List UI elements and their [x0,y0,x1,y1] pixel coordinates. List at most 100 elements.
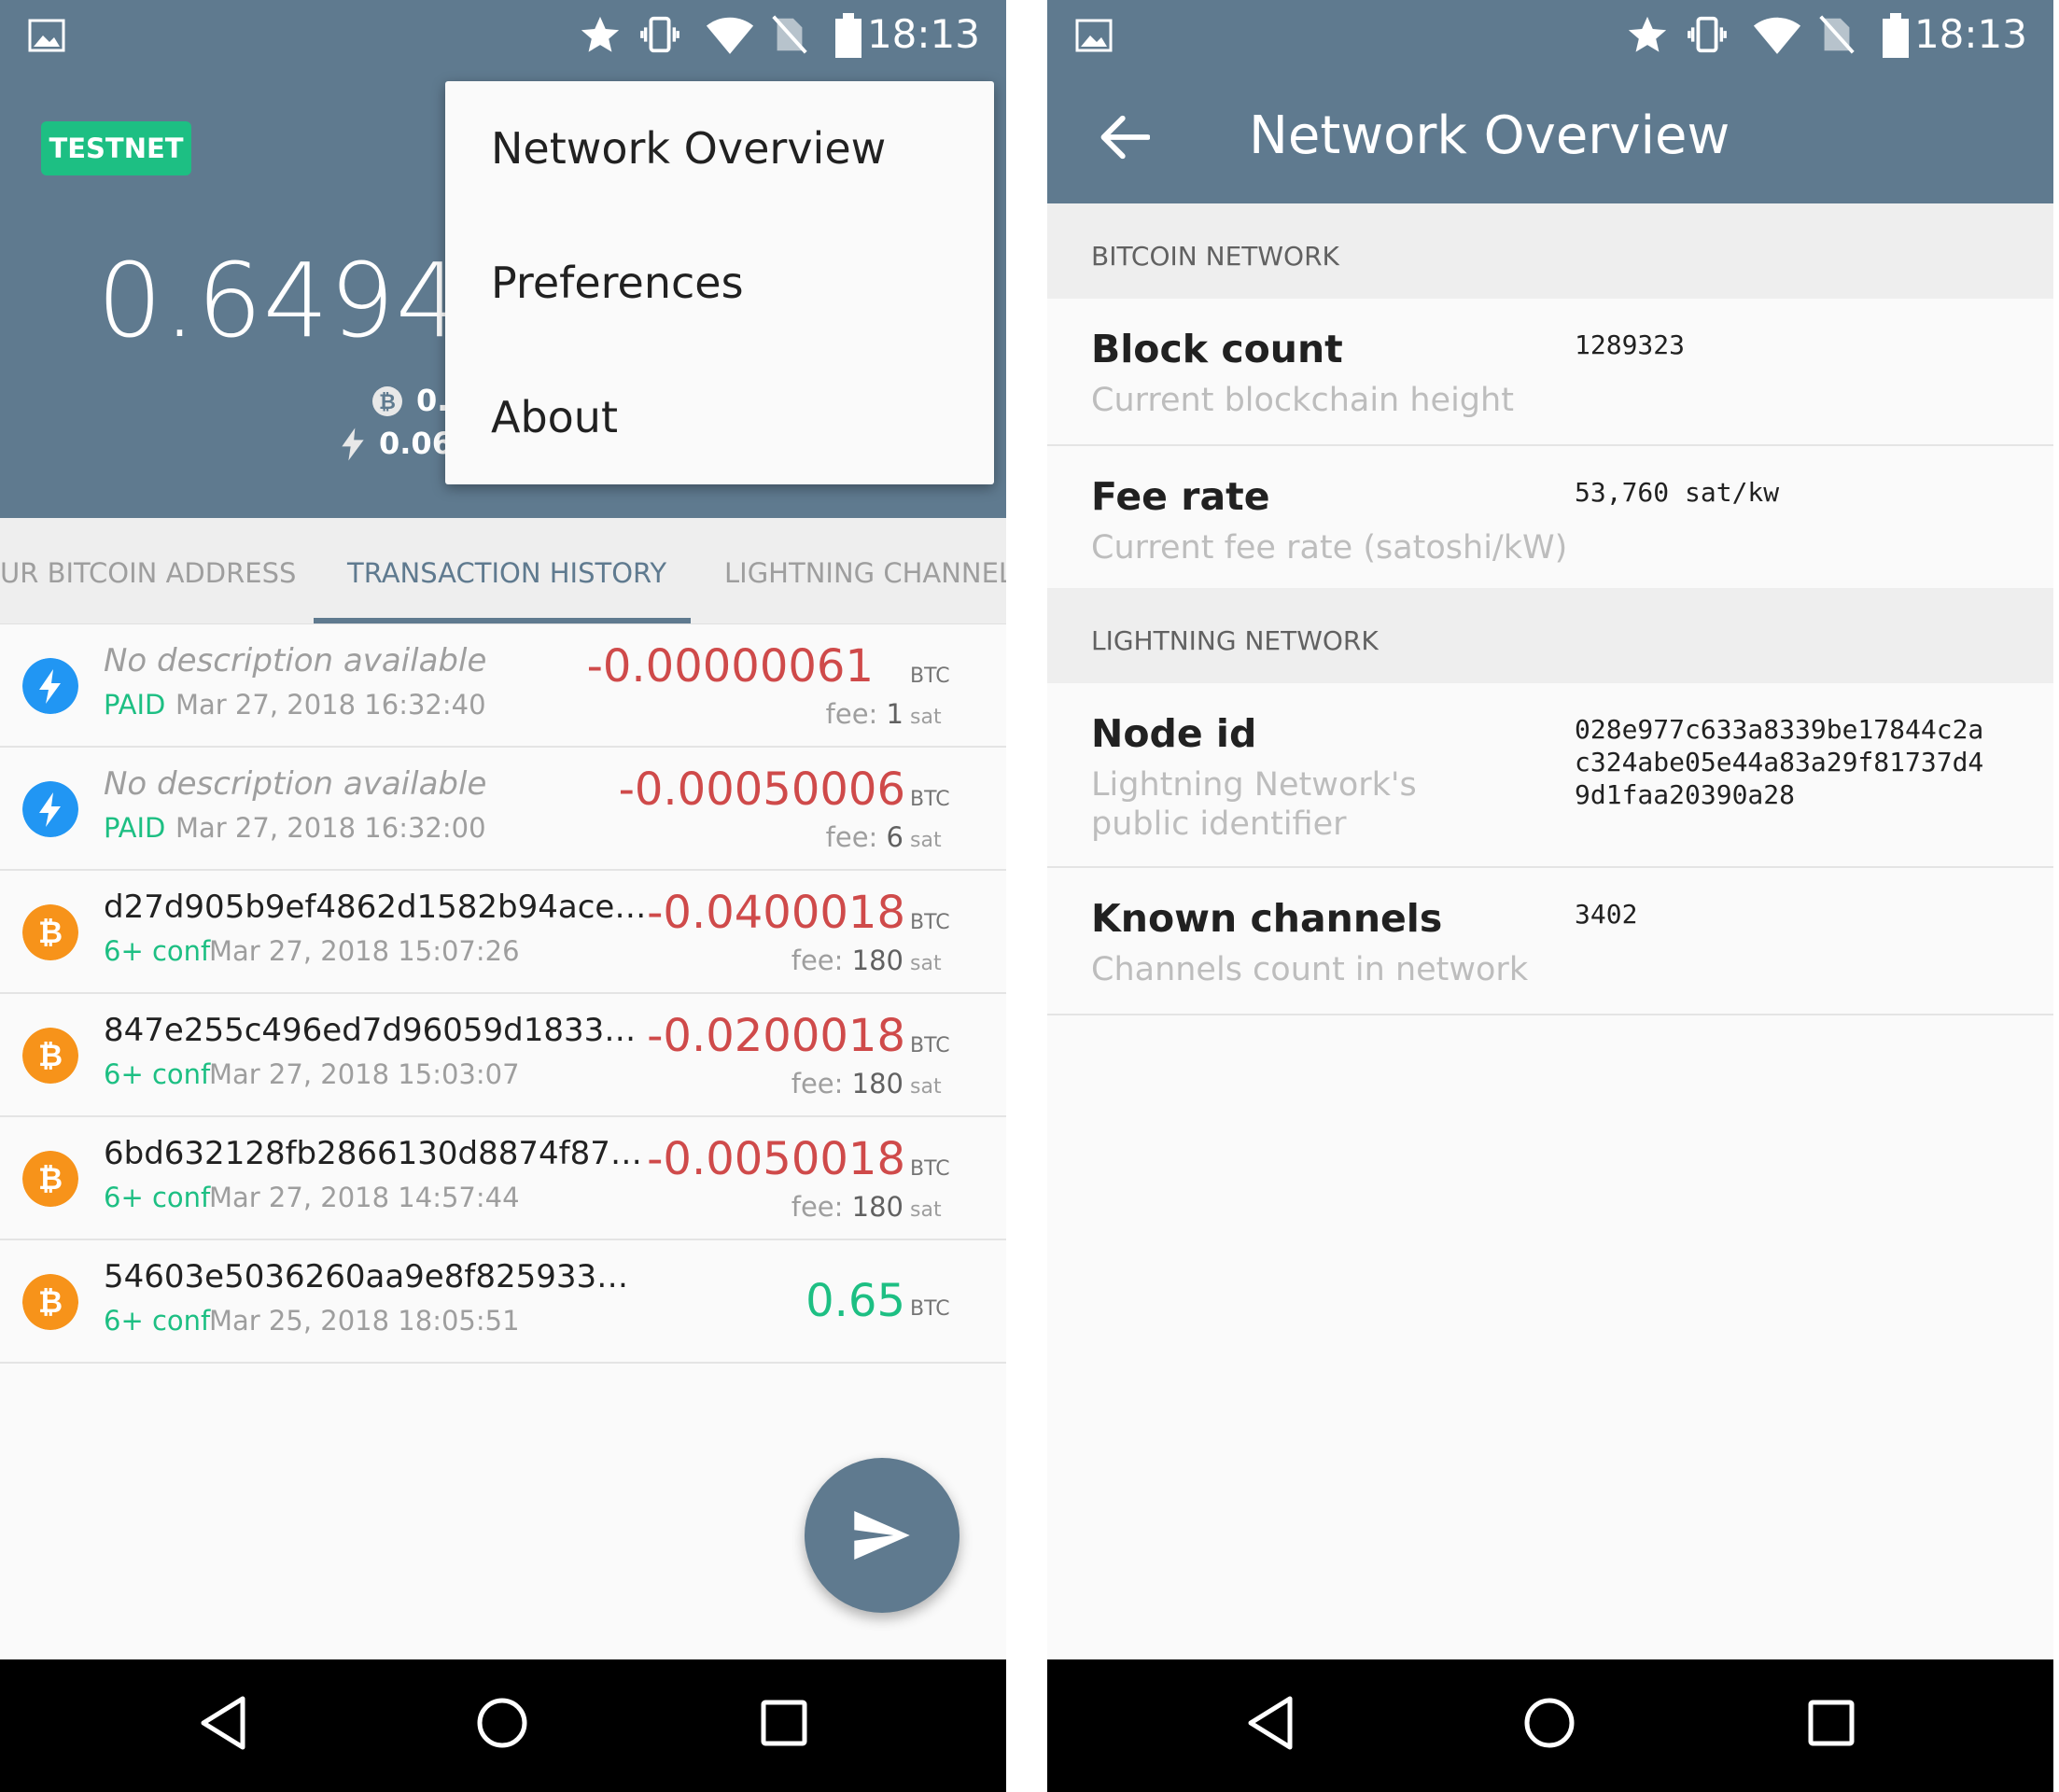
fee-label: fee: [791,945,844,976]
transaction-fee: fee: 180 [791,1191,903,1223]
home-nav-icon[interactable] [474,1693,530,1753]
back-nav-icon[interactable] [1243,1693,1296,1753]
recents-nav-icon[interactable] [1803,1693,1859,1753]
nav-bar [1047,1659,2053,1792]
tab-lightning-channels[interactable]: LIGHTNING CHANNELS [724,557,1006,589]
transaction-status: 6+ conf [104,1182,211,1213]
wifi-icon [1753,17,1801,54]
overflow-menu: Network Overview Preferences About [445,81,994,484]
nav-bar [0,1659,1006,1792]
fee-value: 6 [886,821,903,853]
testnet-badge: TESTNET [41,121,191,175]
lightning-icon [22,781,78,837]
tab-bitcoin-address[interactable]: UR BITCOIN ADDRESS [0,557,296,589]
transaction-date: Mar 27, 2018 16:32:00 [175,812,486,844]
fee-unit: sat [910,1075,942,1099]
item-value: 1289323 [1575,329,1686,360]
transaction-fee: fee: 180 [791,1068,903,1099]
item-value: 028e977c633a8339be17844c2a c324abe05e44a… [1575,714,1984,810]
transaction-status: PAID [104,812,166,844]
transaction-status: 6+ conf [104,935,211,967]
image-notification-icon [1075,19,1113,52]
transaction-fee: fee: 6 [826,821,903,853]
fee-label: fee: [825,821,878,853]
tab-transaction-history[interactable]: TRANSACTION HISTORY [347,557,666,589]
svg-text:₿: ₿ [38,915,63,950]
transaction-row[interactable]: ₿ 6bd632128fb2866130d8874f87… 6+ conf Ma… [0,1116,1006,1240]
info-item-known-channels: Known channels Channels count in network… [1047,868,2053,1015]
transaction-title: 54603e5036260aa9e8f825933… [104,1258,629,1295]
section-label: BITCOIN NETWORK [1091,241,1339,272]
menu-item-preferences[interactable]: Preferences [491,258,744,308]
bitcoin-small-icon: ₿ [372,386,402,416]
fee-value: 180 [851,945,903,976]
transaction-date: Mar 25, 2018 18:05:51 [209,1305,520,1337]
info-item-fee-rate: Fee rate Current fee rate (satoshi/kW) 5… [1047,446,2053,590]
transaction-title: No description available [104,765,487,803]
info-item-node-id: Node id Lightning Network's public ident… [1047,683,2053,868]
recents-nav-icon[interactable] [756,1693,812,1753]
onchain-balance: 0. [416,383,449,418]
page-title: Network Overview [1249,105,1730,166]
transaction-row[interactable]: No description available PAID Mar 27, 20… [0,623,1006,748]
transaction-amount: -0.0050018 [647,1133,905,1185]
item-value: 53,760 sat/kw [1575,477,1780,508]
send-button[interactable] [805,1458,959,1613]
status-bar: 18:13 [1047,0,2053,73]
transaction-amount: 0.65 [805,1275,905,1327]
fee-label: fee: [791,1191,844,1223]
amount-unit: BTC [910,1297,950,1321]
item-description: Current blockchain height [1091,382,1514,419]
transaction-status: 6+ conf [104,1305,211,1337]
svg-text:₿: ₿ [38,1284,63,1320]
send-icon [854,1511,910,1560]
fee-value: 1 [886,698,903,730]
transaction-status: PAID [104,689,166,721]
vibrate-icon [1688,16,1727,53]
item-label: Known channels [1091,896,1443,941]
transaction-row[interactable]: ₿ d27d905b9ef4862d1582b94ace… 6+ conf Ma… [0,870,1006,994]
fee-label: fee: [791,1068,844,1099]
fee-unit: sat [910,706,942,729]
transaction-title: 847e255c496ed7d96059d1833… [104,1012,637,1049]
transaction-row[interactable]: ₿ 847e255c496ed7d96059d1833… 6+ conf Mar… [0,993,1006,1117]
item-description: Channels count in network [1091,951,1529,988]
transaction-amount: -0.00050006 [618,763,905,816]
transaction-title: d27d905b9ef4862d1582b94ace… [104,889,647,926]
back-nav-icon[interactable] [196,1693,248,1753]
amount-unit: BTC [910,1034,950,1057]
menu-item-about[interactable]: About [491,392,618,442]
transaction-date: Mar 27, 2018 15:07:26 [209,935,520,967]
item-description: Current fee rate (satoshi/kW) [1091,529,1568,567]
transaction-amount: -0.0400018 [647,887,905,939]
no-sim-icon [772,15,807,54]
bitcoin-icon: ₿ [22,1151,78,1207]
toolbar: 18:13 Network Overview [1047,0,2053,203]
svg-text:₿: ₿ [379,391,396,414]
transaction-fee: fee: 180 [791,945,903,976]
svg-text:₿: ₿ [38,1161,63,1197]
menu-item-network-overview[interactable]: Network Overview [491,123,886,174]
section-header-bitcoin: BITCOIN NETWORK [1047,203,2053,299]
transaction-status: 6+ conf [104,1058,211,1090]
transaction-date: Mar 27, 2018 14:57:44 [209,1182,520,1213]
transaction-amount: -0.0200018 [647,1010,905,1062]
item-label: Block count [1091,327,1343,371]
tab-bar: UR BITCOIN ADDRESS TRANSACTION HISTORY L… [0,518,1006,624]
amount-unit: BTC [910,911,950,934]
transaction-row[interactable]: No description available PAID Mar 27, 20… [0,747,1006,871]
wifi-icon [706,17,754,54]
transaction-amount: -0.00000061 [586,640,874,693]
info-item-block-count: Block count Current blockchain height 12… [1047,299,2053,446]
network-overview-screen: 18:13 Network Overview BITCOIN NETWORK B… [1047,0,2053,1792]
transaction-row[interactable]: ₿ 54603e5036260aa9e8f825933… 6+ conf Mar… [0,1239,1006,1364]
bitcoin-icon: ₿ [22,1028,78,1084]
home-nav-icon[interactable] [1521,1693,1577,1753]
status-time: 18:13 [1913,11,2027,57]
wallet-screen: 18:13 TESTNET 0.64949 ₿ 0. 0.06 Network … [0,0,1006,1792]
section-label: LIGHTNING NETWORK [1091,625,1379,656]
star-icon [581,16,620,52]
vibrate-icon [640,16,679,53]
lightning-balance: 0.06 [379,426,453,461]
back-arrow-icon[interactable] [1100,114,1150,161]
